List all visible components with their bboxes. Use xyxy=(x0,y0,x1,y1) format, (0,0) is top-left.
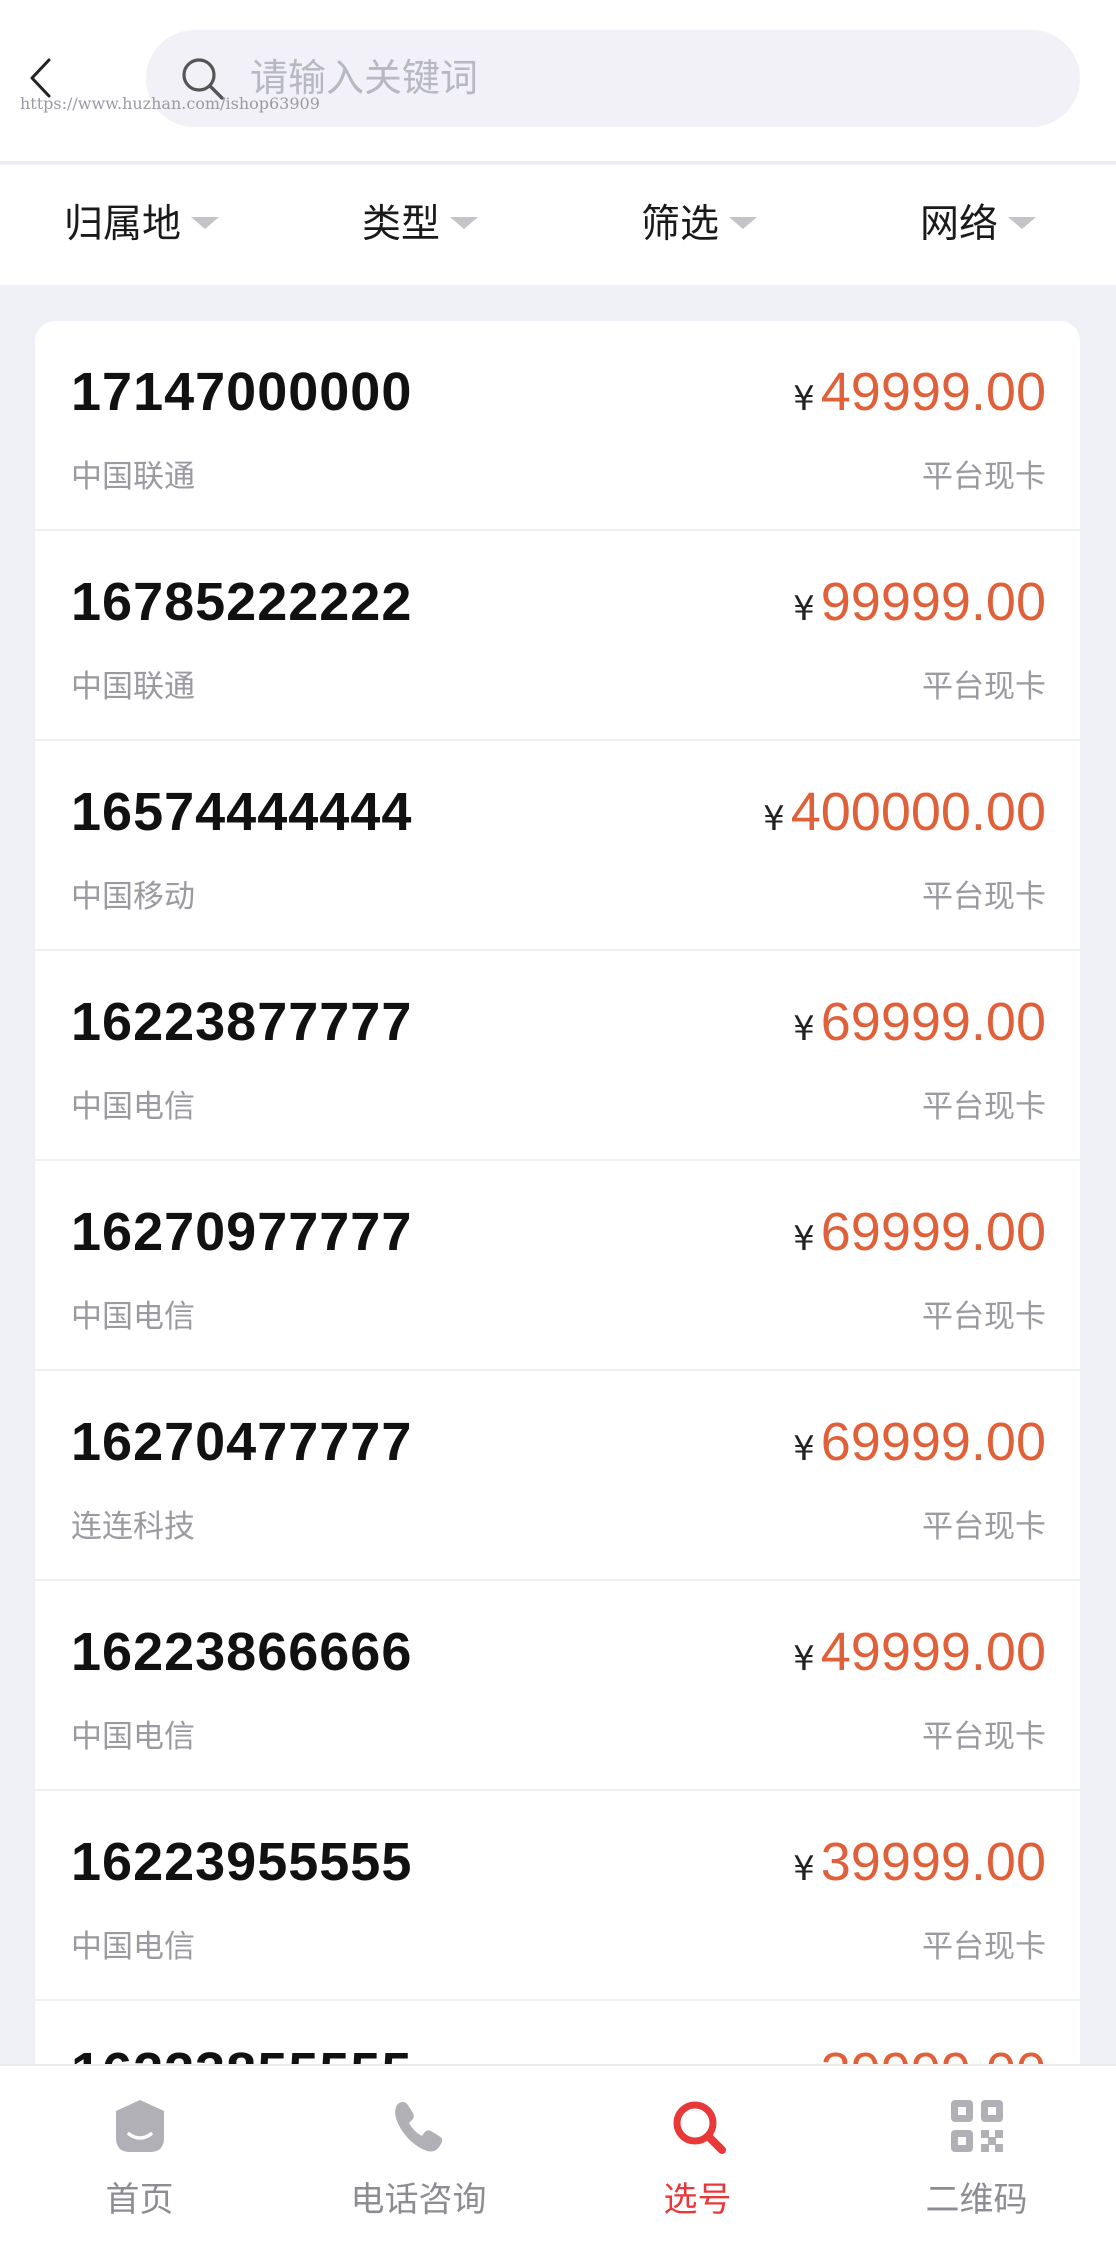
number-row[interactable]: 16223955555 中国电信 ¥39999.00 平台现卡 xyxy=(35,1791,1080,2001)
search-icon xyxy=(673,2101,726,2154)
phone-number: 16223955555 xyxy=(71,1832,413,1892)
filter-type[interactable]: 类型 xyxy=(362,165,479,285)
card-type-label: 平台现卡 xyxy=(922,879,1046,915)
currency-symbol: ¥ xyxy=(793,1429,815,1469)
card-type-label: 平台现卡 xyxy=(922,669,1046,705)
card-type-label: 平台现卡 xyxy=(922,1089,1046,1125)
caret-down-icon xyxy=(1008,217,1037,229)
top-header: 请输入关键词 https://www.huzhan.com/ishop63909 xyxy=(0,0,1116,163)
phone-icon xyxy=(394,2102,442,2152)
price: ¥400000.00 xyxy=(763,781,1046,843)
carrier-label: 中国电信 xyxy=(71,1299,195,1335)
price-amount: 49999.00 xyxy=(820,1622,1046,1682)
price-amount: 49999.00 xyxy=(820,362,1046,422)
currency-symbol: ¥ xyxy=(793,379,815,419)
phone-number: 16270977777 xyxy=(71,1202,413,1262)
filter-location[interactable]: 归属地 xyxy=(64,165,220,285)
card-type-label: 平台现卡 xyxy=(922,1299,1046,1335)
price-amount: 39999.00 xyxy=(820,1832,1046,1892)
price-amount: 69999.00 xyxy=(820,992,1046,1052)
qr-code-icon xyxy=(950,2100,1003,2152)
bottom-tab-bar: 首页 电话咨询 选号 二维码 xyxy=(0,2064,1116,2241)
currency-symbol: ¥ xyxy=(793,1849,815,1889)
price: ¥49999.00 xyxy=(793,361,1046,423)
tab-label: 选号 xyxy=(663,2180,732,2220)
price-amount: 69999.00 xyxy=(820,1412,1046,1472)
number-row[interactable]: 16574444444 中国移动 ¥400000.00 平台现卡 xyxy=(35,741,1080,951)
number-row[interactable]: 16270977777 中国电信 ¥69999.00 平台现卡 xyxy=(35,1161,1080,1371)
price: ¥69999.00 xyxy=(793,991,1046,1053)
phone-number: 16223866666 xyxy=(71,1622,413,1682)
number-row[interactable]: 16785222222 中国联通 ¥99999.00 平台现卡 xyxy=(35,531,1080,741)
price: ¥99999.00 xyxy=(793,571,1046,633)
caret-down-icon xyxy=(191,217,220,229)
phone-number: 17147000000 xyxy=(71,362,413,422)
phone-number: 16223877777 xyxy=(71,992,413,1052)
watermark-url: https://www.huzhan.com/ishop63909 xyxy=(20,94,320,113)
tab-label: 电话咨询 xyxy=(350,2180,487,2220)
price: ¥69999.00 xyxy=(793,1411,1046,1473)
caret-down-icon xyxy=(450,217,479,229)
carrier-label: 中国电信 xyxy=(71,1929,195,1965)
currency-symbol: ¥ xyxy=(793,1639,815,1679)
number-row[interactable]: 16270477777 连连科技 ¥69999.00 平台现卡 xyxy=(35,1371,1080,1581)
card-type-label: 平台现卡 xyxy=(922,1719,1046,1755)
price: ¥69999.00 xyxy=(793,1201,1046,1263)
card-type-label: 平台现卡 xyxy=(922,1509,1046,1545)
phone-number: 16574444444 xyxy=(71,782,413,842)
tab-select-number[interactable]: 选号 xyxy=(558,2066,837,2241)
currency-symbol: ¥ xyxy=(793,589,815,629)
phone-number: 16785222222 xyxy=(71,572,413,632)
card-type-label: 平台现卡 xyxy=(922,1929,1046,1965)
number-row[interactable]: 16223877777 中国电信 ¥69999.00 平台现卡 xyxy=(35,951,1080,1161)
carrier-label: 中国移动 xyxy=(71,879,195,915)
filter-label: 网络 xyxy=(920,202,999,247)
price-amount: 400000.00 xyxy=(790,782,1046,842)
price: ¥49999.00 xyxy=(793,1621,1046,1683)
currency-symbol: ¥ xyxy=(793,1219,815,1259)
tab-label: 首页 xyxy=(105,2180,174,2220)
carrier-label: 中国电信 xyxy=(71,1089,195,1125)
price: ¥39999.00 xyxy=(793,1831,1046,1893)
currency-symbol: ¥ xyxy=(793,1009,815,1049)
carrier-label: 中国电信 xyxy=(71,1719,195,1755)
filter-label: 归属地 xyxy=(64,202,182,247)
tab-qr-code[interactable]: 二维码 xyxy=(837,2066,1116,2241)
price-amount: 99999.00 xyxy=(820,572,1046,632)
caret-down-icon xyxy=(729,217,758,229)
price-amount: 69999.00 xyxy=(820,1202,1046,1262)
tab-label: 二维码 xyxy=(925,2180,1028,2220)
filter-screen[interactable]: 筛选 xyxy=(641,165,758,285)
card-type-label: 平台现卡 xyxy=(922,459,1046,495)
home-icon xyxy=(115,2100,164,2152)
tab-phone-consult[interactable]: 电话咨询 xyxy=(279,2066,558,2241)
filter-label: 筛选 xyxy=(641,202,720,247)
carrier-label: 中国联通 xyxy=(71,459,195,495)
carrier-label: 中国联通 xyxy=(71,669,195,705)
carrier-label: 连连科技 xyxy=(71,1509,195,1545)
number-row[interactable]: 16223866666 中国电信 ¥49999.00 平台现卡 xyxy=(35,1581,1080,1791)
number-row[interactable]: 17147000000 中国联通 ¥49999.00 平台现卡 xyxy=(35,321,1080,531)
filter-network[interactable]: 网络 xyxy=(920,165,1037,285)
tab-home[interactable]: 首页 xyxy=(0,2066,279,2241)
phone-number: 16270477777 xyxy=(71,1412,413,1472)
number-list: 17147000000 中国联通 ¥49999.00 平台现卡 16785222… xyxy=(35,321,1080,2081)
filter-label: 类型 xyxy=(362,202,441,247)
filter-bar: 归属地 类型 筛选 网络 xyxy=(0,165,1116,285)
currency-symbol: ¥ xyxy=(763,799,785,839)
